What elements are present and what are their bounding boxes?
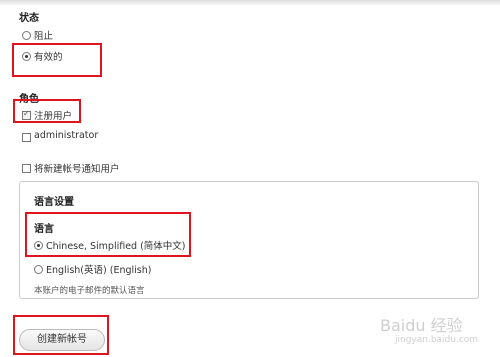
status-blocked-radio[interactable] [22,31,31,40]
language-english-label[interactable]: English(英语) (English) [46,262,151,276]
status-blocked-label[interactable]: 阻止 [34,28,53,42]
baidu-watermark-url: jingyan.baidu.com [395,335,479,345]
role-admin-checkbox[interactable] [22,133,31,142]
role-registered-highlight [13,99,81,123]
notify-user-label[interactable]: 将新建帐号通知用户 [34,161,120,175]
baidu-watermark-brand: Baidu 经验 [380,316,463,335]
status-heading: 状态 [19,13,39,24]
notify-user-checkbox[interactable] [22,164,31,173]
language-chinese-highlight [25,212,191,257]
language-english-radio[interactable] [34,265,43,274]
status-active-highlight [12,43,102,77]
language-settings-legend: 语言设置 [34,197,74,208]
create-account-highlight [13,315,109,355]
role-admin-label[interactable]: administrator [34,130,98,141]
language-description: 本账户的电子邮件的默认语言 [34,286,145,296]
top-shadow [0,0,500,6]
